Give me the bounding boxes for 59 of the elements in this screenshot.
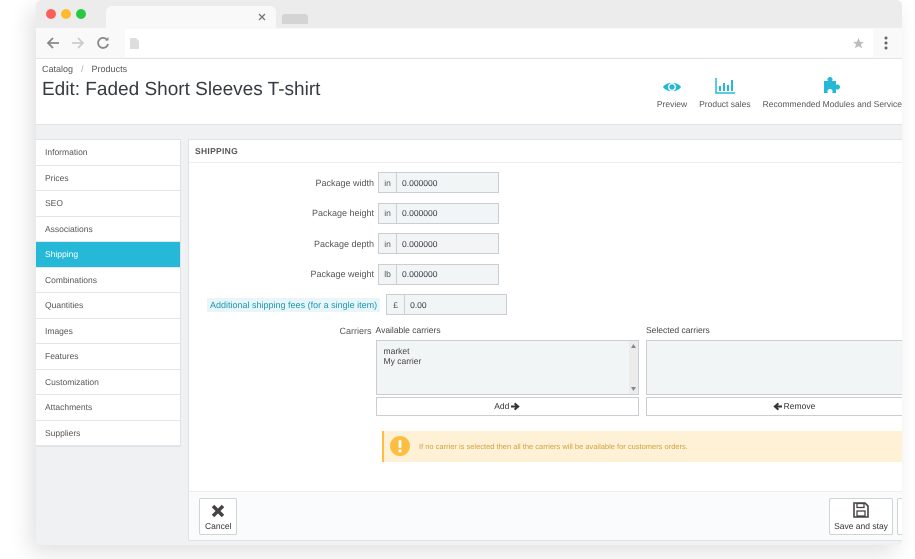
page-icon: [130, 38, 139, 48]
field-label: Package weight: [309, 269, 374, 279]
toolbar-action[interactable]: Recommended Modules and Service: [762, 73, 902, 109]
star-icon[interactable]: [852, 36, 865, 50]
maximize-window-icon[interactable]: [76, 9, 86, 19]
sidebar-item[interactable]: Attachments: [36, 395, 180, 420]
carrier-list[interactable]: [646, 340, 902, 394]
sidebar-item[interactable]: SEO: [36, 191, 180, 216]
sidebar-item[interactable]: Combinations: [36, 268, 180, 293]
input-field[interactable]: £ 0.00: [386, 294, 508, 315]
input-field[interactable]: lb 0.000000: [378, 264, 499, 284]
field-label: Carriers: [338, 326, 372, 338]
sidebar-item[interactable]: Images: [36, 318, 180, 344]
sidebar-item[interactable]: Prices: [36, 166, 180, 191]
back-icon[interactable]: [46, 36, 60, 50]
menu-icon[interactable]: [884, 36, 888, 50]
scroll-up-icon[interactable]: [631, 344, 636, 348]
input-field[interactable]: in 0.000000: [378, 202, 499, 224]
field-label: Package width: [314, 178, 374, 188]
panel-title: SHIPPING: [189, 140, 902, 163]
arrow-right-icon: [511, 402, 520, 410]
save-button[interactable]: Save and stay: [829, 498, 893, 534]
carrier-list[interactable]: market My carrier: [376, 340, 639, 394]
cancel-button[interactable]: Cancel: [199, 498, 238, 534]
breadcrumb-link[interactable]: Products: [92, 64, 128, 74]
reload-icon[interactable]: [96, 36, 110, 50]
sidebar-item[interactable]: Suppliers: [36, 420, 180, 446]
input-field[interactable]: in 0.000000: [378, 172, 499, 193]
sidebar-item[interactable]: Quantities: [36, 293, 180, 318]
eye-icon: [662, 80, 682, 94]
list-option[interactable]: My carrier: [384, 356, 422, 366]
forward-icon[interactable]: [71, 36, 85, 50]
scroll-down-icon[interactable]: [631, 386, 636, 390]
toolbar-action[interactable]: Preview: [656, 73, 688, 109]
close-icon: [211, 504, 226, 518]
list-option[interactable]: market: [384, 346, 422, 356]
close-window-icon[interactable]: [46, 9, 56, 19]
remove-button[interactable]: Remove: [646, 396, 902, 416]
warning-icon: [390, 436, 410, 456]
list-title: Available carriers: [376, 324, 442, 334]
arrow-left-icon: [772, 402, 782, 410]
breadcrumb-separator: /: [81, 64, 84, 74]
puzzle-icon: [823, 76, 842, 94]
toolbar-action[interactable]: Product sales: [699, 73, 751, 109]
field-label: Package height: [310, 208, 374, 218]
list-title: Selected carriers: [646, 324, 711, 334]
sidebar-item[interactable]: Information: [36, 140, 180, 166]
field-label: Additional shipping fees (for a single item): [207, 298, 380, 312]
sidebar-item[interactable]: Features: [36, 344, 180, 370]
minimize-window-icon[interactable]: [61, 9, 71, 19]
sidebar-item[interactable]: Customization: [36, 370, 180, 395]
input-field[interactable]: in 0.000000: [378, 233, 499, 254]
breadcrumb-link[interactable]: Catalog: [42, 64, 74, 74]
bar-chart-icon: [714, 78, 735, 94]
close-icon[interactable]: [258, 13, 266, 21]
add-button[interactable]: Add: [376, 396, 639, 416]
field-label: Package depth: [312, 238, 374, 248]
page-title: Edit: Faded Short Sleeves T-shirt: [42, 79, 320, 101]
scrollbar[interactable]: [629, 340, 638, 394]
